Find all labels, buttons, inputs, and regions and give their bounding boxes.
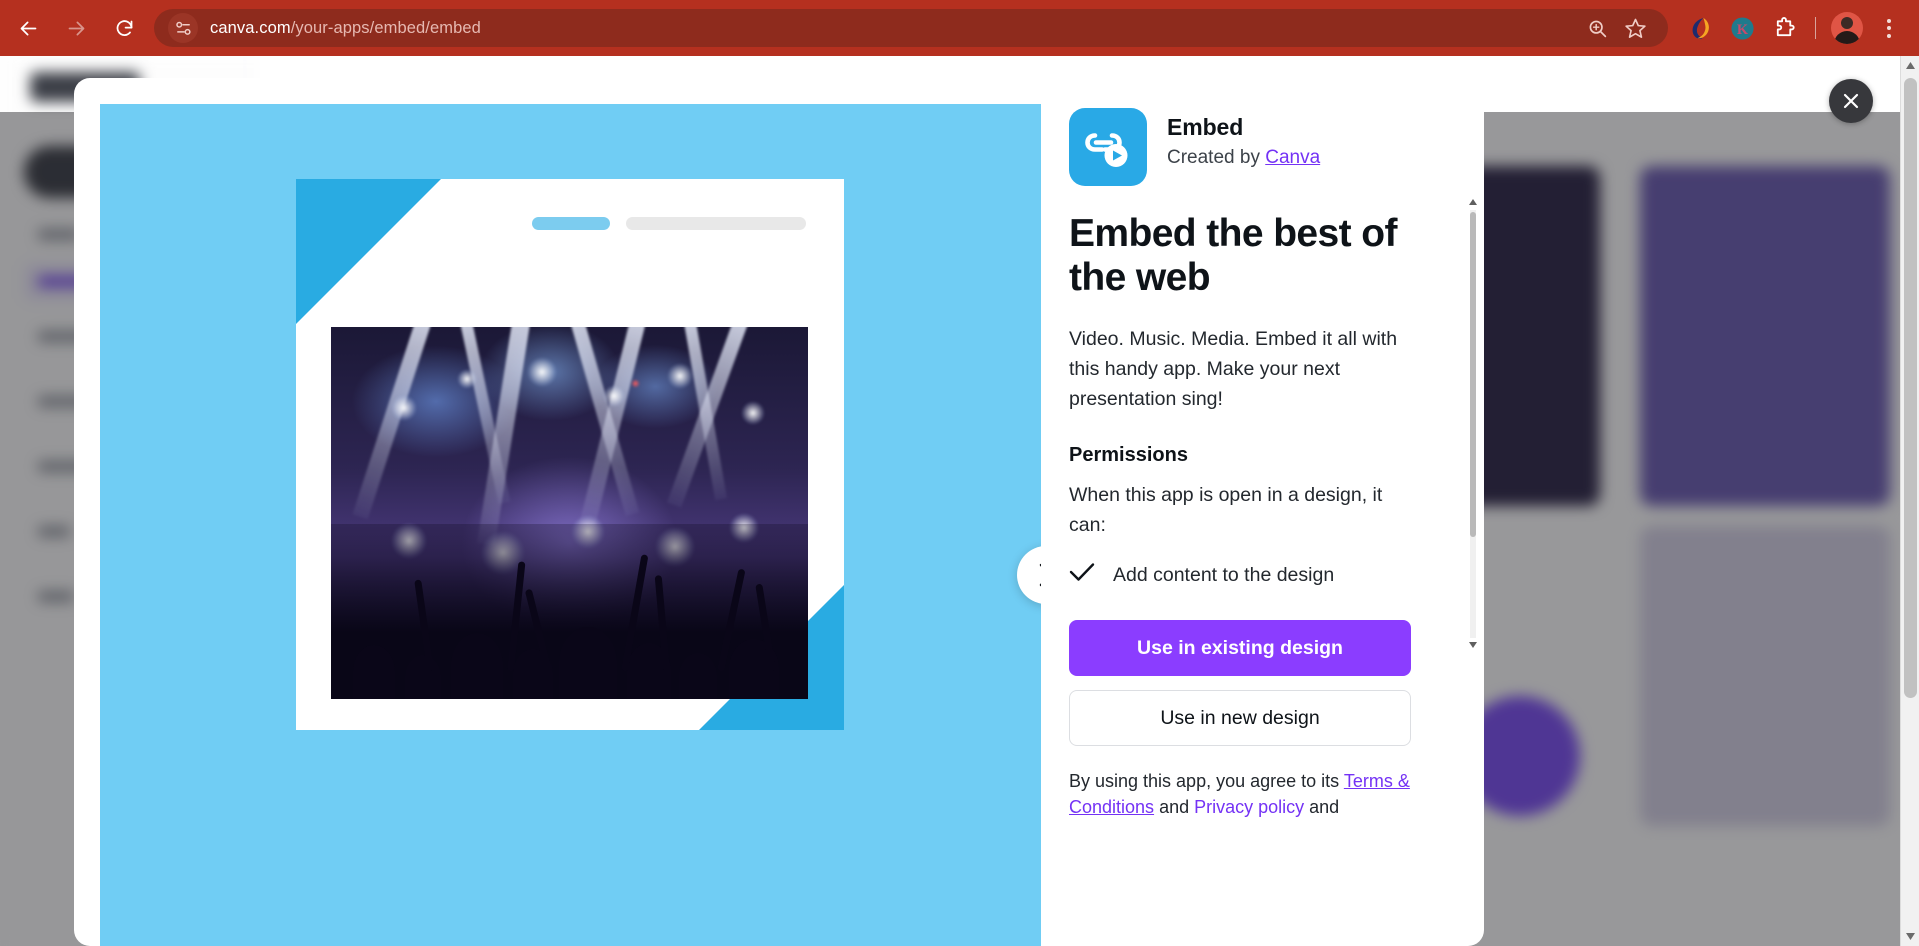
placeholder-bar-grey	[626, 217, 806, 230]
app-description: Video. Music. Media. Embed it all with t…	[1069, 328, 1398, 410]
svg-text:K: K	[1736, 21, 1748, 37]
author-link[interactable]: Canva	[1265, 147, 1320, 168]
app-title: Embed the best of the web	[1069, 212, 1397, 299]
url-host: canva.com	[210, 18, 291, 37]
url-path: /your-apps/embed/embed	[290, 18, 481, 37]
scroll-up-arrow-icon[interactable]	[1901, 56, 1919, 75]
ext-orange-s-icon[interactable]	[1680, 8, 1720, 48]
profile-avatar[interactable]	[1827, 8, 1867, 48]
created-by-prefix: Created by	[1167, 147, 1266, 168]
carousel-next-button[interactable]	[1017, 546, 1041, 604]
privacy-link[interactable]: Privacy policy	[1194, 797, 1304, 817]
back-arrow-icon[interactable]	[8, 8, 48, 48]
use-in-existing-design-button[interactable]: Use in existing design	[1069, 620, 1411, 676]
forward-arrow-icon[interactable]	[56, 8, 96, 48]
permission-item: Add content to the design	[1069, 562, 1416, 588]
card-corner-accent-topleft	[296, 179, 441, 324]
app-name: Embed	[1167, 114, 1244, 140]
cta-area: Use in existing design Use in new design…	[1069, 610, 1444, 820]
url-text[interactable]: canva.com/your-apps/embed/embed	[210, 19, 481, 38]
preview-stage	[100, 104, 1041, 946]
panel-scroll-thumb[interactable]	[1470, 212, 1476, 537]
page-scrollbar-thumb[interactable]	[1904, 78, 1917, 698]
puzzle-extensions-icon[interactable]	[1764, 8, 1804, 48]
legal-text: By using this app, you agree to its Term…	[1069, 768, 1417, 820]
scroll-down-arrow-icon[interactable]	[1901, 927, 1919, 946]
ext-kindle-k-icon[interactable]: K	[1722, 8, 1762, 48]
detail-panel: Embed Created by Canva Embed the best of…	[1039, 78, 1484, 946]
check-icon	[1069, 562, 1095, 588]
toolbar-divider	[1815, 17, 1816, 39]
permission-label: Add content to the design	[1113, 563, 1335, 586]
card-placeholder-bars	[532, 217, 806, 230]
legal-middle: and	[1154, 797, 1195, 818]
browser-extensions-area: K	[1668, 8, 1919, 48]
site-settings-icon[interactable]	[168, 13, 198, 43]
chevron-right-icon	[1039, 563, 1041, 587]
app-meta: Embed Created by Canva	[1167, 108, 1320, 169]
embed-app-icon	[1069, 108, 1147, 186]
panel-scroll-up-icon[interactable]	[1468, 196, 1478, 208]
app-author: Created by Canva	[1167, 147, 1320, 169]
placeholder-bar-blue	[532, 217, 610, 230]
use-in-new-design-button[interactable]: Use in new design	[1069, 690, 1411, 746]
legal-suffix: and	[1304, 797, 1340, 818]
omnibox-actions	[1580, 11, 1654, 45]
preview-panel	[74, 78, 1041, 946]
reload-icon[interactable]	[104, 8, 144, 48]
browser-toolbar: canva.com/your-apps/embed/embed K	[0, 0, 1919, 56]
photo-crowd	[331, 524, 808, 699]
concert-photo	[331, 327, 808, 699]
zoom-in-icon[interactable]	[1580, 11, 1614, 45]
star-icon[interactable]	[1618, 11, 1652, 45]
app-detail-modal: Embed Created by Canva Embed the best of…	[74, 78, 1484, 946]
permissions-intro: When this app is open in a design, it ca…	[1069, 484, 1383, 536]
close-modal-button[interactable]	[1829, 79, 1873, 123]
detail-scroll-area[interactable]: Embed the best of the web Video. Music. …	[1069, 212, 1444, 610]
detail-panel-scrollbar[interactable]	[1468, 196, 1478, 651]
app-header: Embed Created by Canva	[1069, 108, 1444, 186]
three-dot-menu-icon[interactable]	[1869, 8, 1909, 48]
preview-card	[296, 179, 844, 730]
panel-scroll-down-icon[interactable]	[1468, 639, 1478, 651]
legal-prefix: By using this app, you agree to its	[1069, 771, 1344, 791]
close-icon	[1843, 93, 1859, 109]
permissions-heading: Permissions	[1069, 444, 1188, 467]
address-bar[interactable]: canva.com/your-apps/embed/embed	[154, 9, 1668, 47]
page-scrollbar[interactable]	[1900, 56, 1919, 946]
